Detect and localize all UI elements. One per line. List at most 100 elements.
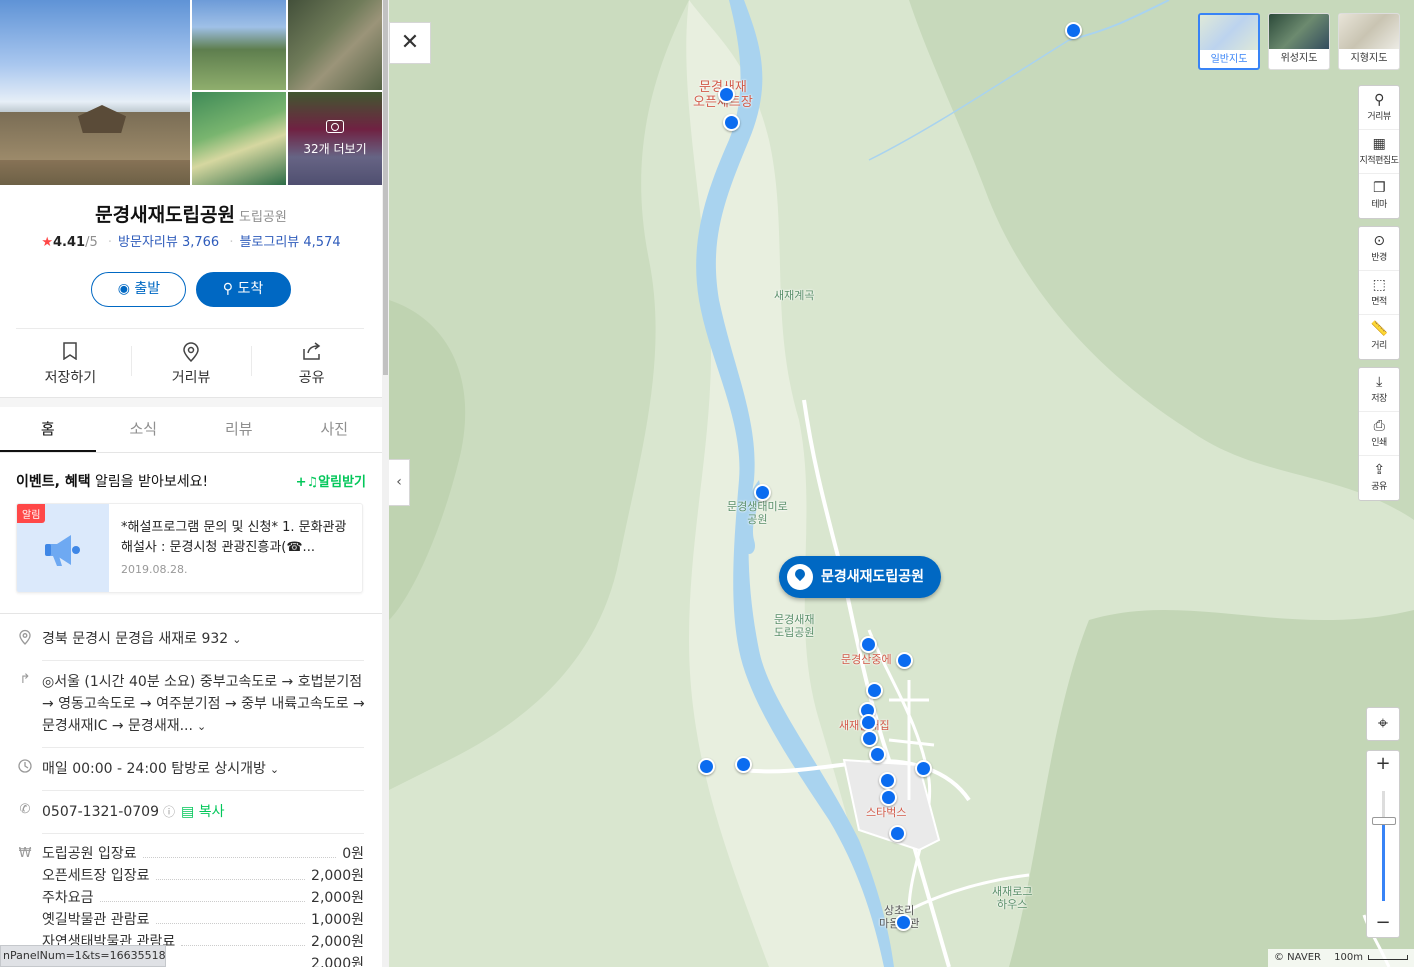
layers-icon: ❐ <box>1372 180 1386 196</box>
maptype-thumb <box>1269 14 1329 49</box>
photo-gallery[interactable]: 32개 더보기 <box>0 0 382 185</box>
location-pin-icon <box>131 342 252 364</box>
tab-photos[interactable]: 사진 <box>287 407 383 452</box>
zoom-out-button[interactable]: − <box>1367 912 1399 933</box>
map-poi-marker[interactable] <box>860 636 877 653</box>
map-poi-marker[interactable] <box>718 86 735 103</box>
collapse-panel-button[interactable]: ‹ <box>389 459 410 506</box>
chevron-down-icon[interactable]: ⌄ <box>197 720 206 733</box>
directions-row[interactable]: ↱ ◎서울 (1시간 40분 소요) 중부고속도로 → 호법분기점 → 영동고속… <box>16 671 366 738</box>
map-poi-marker[interactable] <box>895 914 912 931</box>
maptype-terrain[interactable]: 지형지도 <box>1338 13 1400 70</box>
photo-thumb[interactable] <box>192 92 286 185</box>
grid-map-icon: ▦ <box>1372 136 1386 152</box>
map-poi-marker[interactable] <box>723 114 740 131</box>
maptype-thumb <box>1200 15 1258 50</box>
map-label-log-house: 새재로그 하우스 <box>992 885 1033 911</box>
phone-icon: ✆ <box>19 802 31 817</box>
hours-text: 매일 00:00 - 24:00 탐방로 상시개방 <box>42 761 266 777</box>
map-attribution: © NAVER 100m <box>1268 949 1414 967</box>
theme-tool[interactable]: ❐ 테마 <box>1359 174 1399 218</box>
distance-tool[interactable]: 📏 거리 <box>1359 315 1399 359</box>
maptype-satellite[interactable]: 위성지도 <box>1268 13 1330 70</box>
map-poi-marker[interactable] <box>754 484 771 501</box>
radius-tool[interactable]: ⊙ 반경 <box>1359 227 1399 271</box>
save-map-tool[interactable]: ⤓ 저장 <box>1359 368 1399 412</box>
photo-more[interactable]: 32개 더보기 <box>288 92 382 185</box>
streetview-tool[interactable]: ⚲ 거리뷰 <box>1359 86 1399 130</box>
tool-label: 거리 <box>1371 341 1387 351</box>
map-canvas[interactable]: 새재계곡 문경생태미로 공원 문경새재 도립공원 새재로그 하우스 상초리 마을… <box>389 0 1414 967</box>
event-text: *해설프로그램 문의 및 신청* 1. 문화관광해설사 : 문경시청 관광진흥과… <box>121 520 347 555</box>
area-icon: ⬚ <box>1372 277 1386 293</box>
share-map-tool[interactable]: ⇪ 공유 <box>1359 456 1399 500</box>
map-label-park: 문경새재 도립공원 <box>774 613 815 639</box>
blog-reviews-link[interactable]: 블로그리뷰 4,574 <box>239 235 340 250</box>
map-poi-marker[interactable] <box>860 714 877 731</box>
tab-news[interactable]: 소식 <box>96 407 192 452</box>
route-buttons: ◉ 출발 ⚲ 도착 <box>0 272 382 307</box>
info-circle-icon[interactable]: ⓘ <box>163 805 175 819</box>
start-button[interactable]: ◉ 출발 <box>91 272 187 307</box>
visitor-reviews-link[interactable]: 방문자리뷰 3,766 <box>118 235 219 250</box>
zoom-level-fill <box>1382 821 1385 901</box>
address-text: 경북 문경시 문경읍 새재로 932 <box>42 631 229 647</box>
photo-thumb[interactable] <box>192 0 286 90</box>
map-poi-marker[interactable] <box>1065 22 1082 39</box>
streetview-button[interactable]: 거리뷰 <box>130 338 252 388</box>
map-poi-marker[interactable] <box>861 730 878 747</box>
map-poi-marker[interactable] <box>735 756 752 773</box>
zoom-control[interactable]: + − <box>1366 750 1400 938</box>
arrive-button[interactable]: ⚲ 도착 <box>195 272 291 307</box>
selected-place-marker[interactable]: 문경새재도립공원 <box>779 556 941 598</box>
fee-value: 1,000원 <box>311 912 364 928</box>
map-poi-marker[interactable] <box>879 772 896 789</box>
fee-value: 2,000원 <box>311 956 364 967</box>
fee-name: 주차요금 <box>42 890 94 906</box>
share-button[interactable]: 공유 <box>251 338 372 388</box>
photo-thumb[interactable] <box>288 0 382 90</box>
maptype-normal[interactable]: 일반지도 <box>1198 13 1260 70</box>
close-panel-button[interactable]: ✕ <box>389 22 431 64</box>
map-poi-marker[interactable] <box>866 682 883 699</box>
my-location-button[interactable]: ⌖ <box>1366 707 1400 741</box>
copy-button[interactable]: ▤ 복사 <box>181 804 224 820</box>
print-tool[interactable]: ⎙ 인쇄 <box>1359 412 1399 456</box>
area-tool[interactable]: ⬚ 면적 <box>1359 271 1399 315</box>
save-button[interactable]: 저장하기 <box>10 338 131 388</box>
separator: · <box>229 235 234 250</box>
map-poi-marker[interactable] <box>915 760 932 777</box>
fee-value: 2,000원 <box>311 934 364 950</box>
dotted-leader <box>155 909 306 924</box>
location-pin-icon <box>787 564 813 590</box>
dotted-leader <box>99 887 306 902</box>
close-icon: ✕ <box>400 30 420 55</box>
map-poi-marker[interactable] <box>889 825 906 842</box>
chevron-down-icon[interactable]: ⌄ <box>270 763 279 776</box>
scrollbar-thumb[interactable] <box>383 0 388 375</box>
zoom-in-button[interactable]: + <box>1367 753 1399 774</box>
photo-main[interactable] <box>0 0 190 185</box>
hours-row[interactable]: 매일 00:00 - 24:00 탐방로 상시개방 ⌄ <box>16 758 366 781</box>
crosshair-icon: ⌖ <box>1377 713 1389 734</box>
address-row[interactable]: 경북 문경시 문경읍 새재로 932 ⌄ <box>16 628 366 651</box>
fee-name: 도립공원 입장료 <box>42 846 137 862</box>
map-poi-marker[interactable] <box>880 789 897 806</box>
cadastral-tool[interactable]: ▦ 지적편집도 <box>1359 130 1399 174</box>
fee-value: 2,000원 <box>311 890 364 906</box>
print-icon: ⎙ <box>1373 418 1385 434</box>
chevron-down-icon[interactable]: ⌄ <box>232 633 241 646</box>
event-card[interactable]: 알림 *해설프로그램 문의 및 신청* 1. 문화관광해설사 : 문경시청 관광… <box>16 503 363 593</box>
map-label-mountain-house: 문경산중에 <box>841 653 892 666</box>
tab-home[interactable]: 홈 <box>0 407 96 452</box>
fee-name: 오픈세트장 입장료 <box>42 868 150 884</box>
map-poi-marker[interactable] <box>869 746 886 763</box>
map-poi-marker[interactable] <box>896 652 913 669</box>
zoom-slider-handle[interactable] <box>1372 817 1396 825</box>
subscribe-alarm-button[interactable]: +♫알림받기 <box>296 471 366 490</box>
fee-row: 옛길박물관 관람료 1,000원 <box>42 909 364 931</box>
panel-scrollbar[interactable] <box>382 0 389 967</box>
radius-icon: ⊙ <box>1373 233 1385 249</box>
tab-reviews[interactable]: 리뷰 <box>191 407 287 452</box>
map-poi-marker[interactable] <box>698 758 715 775</box>
